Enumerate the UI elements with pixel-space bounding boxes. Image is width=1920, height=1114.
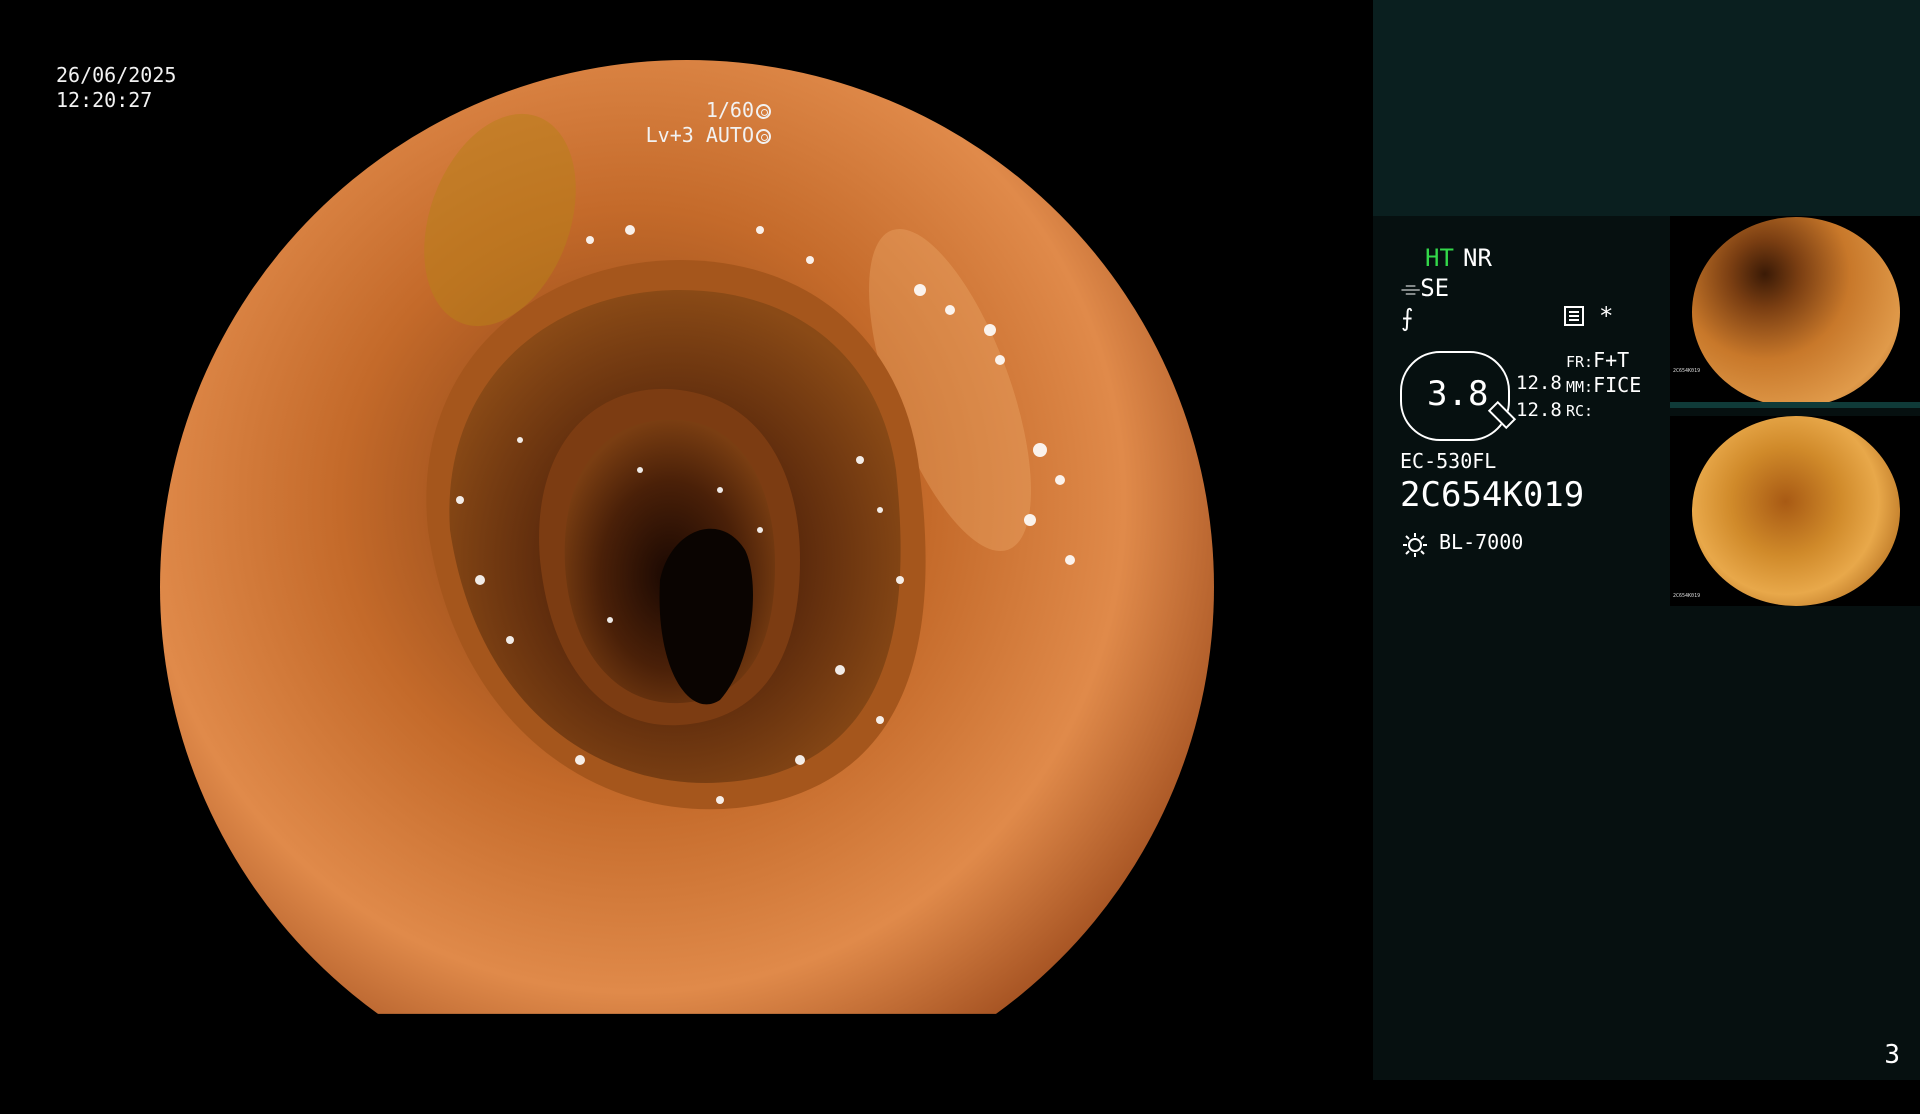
scope-model: EC-530FL <box>1400 449 1497 473</box>
menu-list-icon <box>1564 306 1584 326</box>
iris-mode: AUTO <box>705 123 754 147</box>
captured-thumbnail[interactable]: 2C654K019 2 <box>1670 216 1920 408</box>
mm-value: FICE <box>1593 373 1642 397</box>
function-icon: ⨍ <box>1401 304 1414 332</box>
light-source-icon <box>1403 533 1427 557</box>
light-source-label: BL-7000 <box>1439 530 1524 554</box>
zoom-value: 3.8 <box>1427 374 1489 414</box>
thumbnail-image <box>1692 416 1900 606</box>
date-time-overlay: 26/06/2025 12:20:27 <box>56 63 176 113</box>
shutter-icon <box>756 104 771 119</box>
fr-value: F+T <box>1593 348 1630 372</box>
scope-serial: 2C654K019 <box>1400 475 1585 515</box>
enhancement-value-1: 12.8 <box>1516 372 1562 394</box>
captured-thumbnail[interactable]: 2C654K019 1 <box>1670 416 1920 606</box>
mode-ht-label: HT <box>1425 244 1454 272</box>
mm-label: MM: <box>1566 378 1594 396</box>
freeze-row: FR:F+T <box>1566 348 1629 372</box>
time-text: 12:20:27 <box>56 88 153 112</box>
brightness-level: Lv+3 <box>645 123 694 147</box>
shutter-speed: 1/60 <box>705 98 754 122</box>
endoscopy-viewer: 26/06/2025 12:20:27 1/60 Lv+3 AUTO <box>0 0 1373 1080</box>
structure-enhancement-icon: ⌯ <box>1401 274 1421 302</box>
iris-icon <box>756 129 771 144</box>
endoscopic-image <box>160 60 1214 1014</box>
mm-row: MM:FICE <box>1566 373 1641 397</box>
page-number: 3 <box>1884 1040 1900 1070</box>
structure-enhancement-row: ⌯SE <box>1401 274 1449 302</box>
thumbnail-image <box>1692 217 1900 407</box>
se-label: SE <box>1420 274 1450 302</box>
thumbnail-serial: 2C654K019 <box>1673 368 1701 374</box>
mode-nr-label: NR <box>1463 244 1492 272</box>
fr-label: FR: <box>1566 353 1594 371</box>
enhancement-value-2: 12.8 <box>1516 399 1562 421</box>
thumbnail-bar <box>1670 402 1920 408</box>
sidebar-header-panel <box>1373 0 1920 216</box>
rc-row: RC: <box>1566 401 1593 420</box>
bowel-lumen-image <box>160 60 1214 1014</box>
rc-label: RC: <box>1566 402 1594 420</box>
asterisk-marker: * <box>1599 302 1614 330</box>
thumbnail-serial: 2C654K019 <box>1673 593 1701 599</box>
exposure-overlay: 1/60 Lv+3 AUTO <box>646 98 771 148</box>
date-text: 26/06/2025 <box>56 63 177 87</box>
